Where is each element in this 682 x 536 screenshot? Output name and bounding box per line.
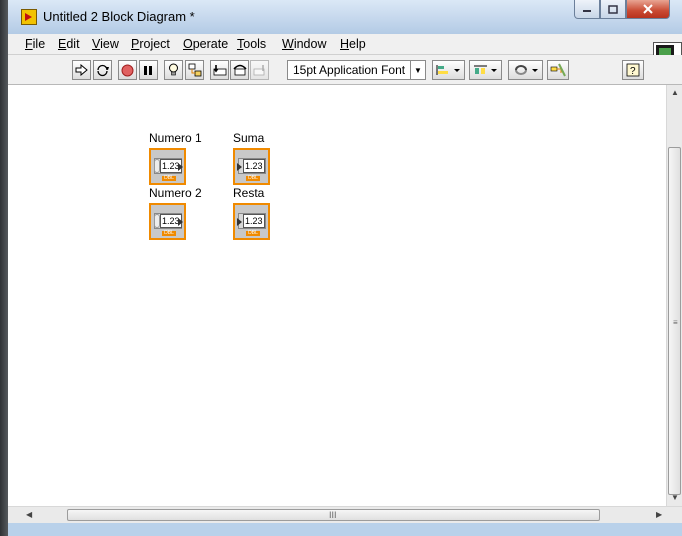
abort-icon[interactable] — [118, 60, 137, 80]
input-arrow-icon — [237, 218, 242, 226]
menu-view[interactable]: View — [92, 37, 119, 51]
vertical-scrollbar[interactable]: ▲ ≡ ▼ — [666, 85, 682, 506]
svg-text:?: ? — [630, 66, 636, 77]
chevron-down-icon[interactable]: ▼ — [410, 61, 425, 79]
scroll-left-icon[interactable]: ◀ — [26, 510, 32, 519]
terminal-label[interactable]: Numero 1 — [149, 131, 202, 145]
input-arrow-icon — [237, 163, 242, 171]
font-select[interactable]: 15pt Application Font ▼ — [287, 60, 426, 80]
terminal-label[interactable]: Suma — [233, 131, 264, 145]
step-into-icon[interactable] — [210, 60, 229, 80]
run-continuously-icon[interactable] — [93, 60, 112, 80]
horizontal-scroll-thumb[interactable]: III — [67, 509, 600, 521]
reorder-icon[interactable] — [508, 60, 543, 80]
terminal-label[interactable]: Numero 2 — [149, 186, 202, 200]
output-arrow-icon — [178, 218, 183, 226]
scroll-right-icon[interactable]: ▶ — [656, 510, 662, 519]
context-help-icon[interactable]: ? — [622, 60, 644, 80]
grip-icon: III — [329, 510, 337, 520]
indicator-terminal-suma[interactable]: 1.23 DBL — [233, 148, 270, 185]
indicator-terminal-resta[interactable]: 1.23 DBL — [233, 203, 270, 240]
menu-tools[interactable]: Tools — [237, 37, 266, 51]
menu-edit[interactable]: Edit — [58, 37, 80, 51]
maximize-icon[interactable] — [600, 0, 626, 19]
menu-operate[interactable]: Operate — [183, 37, 228, 51]
pause-icon[interactable] — [139, 60, 158, 80]
horizontal-scrollbar[interactable]: ◀ III ▶ — [8, 506, 682, 523]
menu-project[interactable]: Project — [131, 37, 170, 51]
block-diagram-window: Untitled 2 Block Diagram * File Edit Vie… — [8, 0, 682, 536]
cleanup-diagram-icon[interactable] — [547, 60, 569, 80]
menu-window[interactable]: Window — [282, 37, 326, 51]
desktop-edge — [0, 0, 8, 536]
grip-icon: ≡ — [673, 318, 678, 327]
align-objects-icon[interactable] — [432, 60, 465, 80]
type-badge: DBL — [246, 176, 260, 181]
highlight-execution-icon[interactable] — [164, 60, 183, 80]
terminal-label[interactable]: Resta — [233, 186, 264, 200]
output-arrow-icon — [178, 163, 183, 171]
menu-help[interactable]: Help — [340, 37, 366, 51]
title-bar[interactable]: Untitled 2 Block Diagram * — [8, 0, 682, 34]
menu-bar: File Edit View Project Operate Tools Win… — [8, 34, 682, 55]
distribute-objects-icon[interactable] — [469, 60, 502, 80]
scroll-down-icon[interactable]: ▼ — [671, 493, 679, 502]
minimize-icon[interactable] — [574, 0, 600, 19]
toolbar: 15pt Application Font ▼ ? — [8, 55, 682, 85]
terminal-value: 1.23 — [243, 159, 265, 173]
type-badge: DBL — [162, 176, 176, 181]
step-over-icon[interactable] — [230, 60, 249, 80]
font-select-value: 15pt Application Font — [293, 63, 406, 77]
menu-file[interactable]: File — [25, 37, 45, 51]
control-terminal-numero-1[interactable]: 1.23 DBL — [149, 148, 186, 185]
window-title: Untitled 2 Block Diagram * — [43, 9, 195, 24]
window-bottom-edge — [8, 523, 682, 536]
block-diagram-canvas[interactable]: Numero 1 1.23 DBL Suma 1.23 DBL Numero 2… — [8, 85, 666, 506]
terminal-value: 1.23 — [243, 214, 265, 228]
step-out-icon[interactable] — [250, 60, 269, 80]
type-badge: DBL — [246, 231, 260, 236]
control-terminal-numero-2[interactable]: 1.23 DBL — [149, 203, 186, 240]
labview-app-icon[interactable] — [21, 9, 37, 25]
window-controls — [574, 0, 670, 20]
scroll-up-icon[interactable]: ▲ — [671, 88, 679, 97]
close-icon[interactable] — [626, 0, 670, 19]
run-arrow-icon[interactable] — [72, 60, 91, 80]
retain-wire-values-icon[interactable] — [185, 60, 204, 80]
type-badge: DBL — [162, 231, 176, 236]
vertical-scroll-thumb[interactable]: ≡ — [668, 147, 681, 495]
